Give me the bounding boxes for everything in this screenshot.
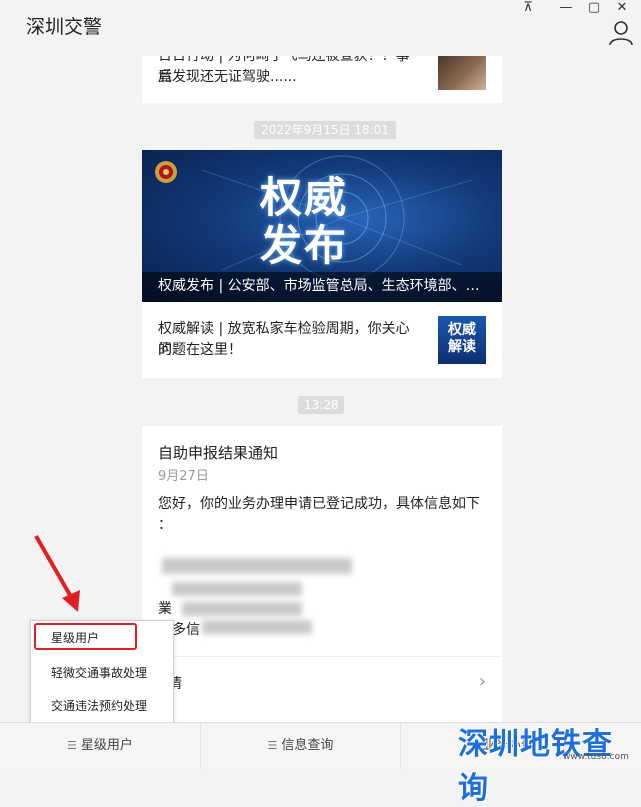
chat-title: 深圳交警 [26, 16, 103, 38]
notice-title: 自助申报结果通知 [158, 444, 279, 462]
menu-icon: ☰ [67, 739, 77, 752]
thumb-text: 解读 [448, 339, 476, 355]
view-details-row[interactable]: 情 › [142, 656, 502, 709]
sub-article-thumbnail: 权威 解读 [438, 316, 486, 364]
notice-card[interactable]: 自助申报结果通知 9月27日 您好，你的业务办理申请已登记成功，具体信息如下 ：… [142, 426, 502, 722]
maximize-button[interactable]: ▢ [581, 0, 607, 18]
user-icon[interactable] [607, 20, 635, 46]
title-bar: 深圳交警 ⊼ — ▢ ✕ [0, 0, 641, 56]
minimize-button[interactable]: — [553, 0, 579, 18]
police-badge-icon [155, 161, 177, 183]
notice-body-line: ： [158, 517, 172, 533]
annotation-arrow-icon [34, 535, 80, 612]
article-card-previous[interactable]: 日日行动 | 为何畸于飞鸟还被查获！？事后 竟发现还无证驾驶...... [142, 56, 502, 103]
banner-article-title[interactable]: 权威发布 | 公安部、市场监管总局、生态环境部、… [142, 272, 502, 302]
tab-star-user[interactable]: ☰ 星级用户 [0, 723, 200, 769]
sub-article-title: 问题在这里！ [158, 342, 242, 358]
sub-article-item[interactable]: 权威解读 | 放宽私家车检验周期，你关心的 问题在这里！ 权威 解读 [142, 302, 502, 378]
tab-label: 信息查询 [281, 738, 334, 753]
menu-item-violation-appointment[interactable]: 交通违法预约处理 [31, 691, 173, 721]
article-thumbnail [438, 56, 486, 90]
close-button[interactable]: ✕ [609, 0, 635, 18]
redacted-text [172, 582, 302, 596]
highlight-box [34, 623, 137, 650]
banner-heading: 发布 [260, 221, 349, 270]
redacted-text [202, 620, 312, 634]
popup-menu: 星级用户 轻微交通事故处理 交通违法预约处理 [30, 620, 174, 724]
watermark-url: www.tus8.com [563, 752, 629, 762]
thumb-text: 权威 [448, 322, 476, 338]
notice-partial-text: 業 [158, 601, 172, 617]
article-group-card[interactable]: 权威 发布 权威发布 | 公安部、市场监管总局、生态环境部、… 权威解读 | 放… [142, 150, 502, 378]
tab-info-query[interactable]: ☰ 信息查询 [201, 723, 400, 769]
chevron-right-icon: › [478, 671, 486, 692]
timestamp: 2022年9月15日 18:01 [254, 121, 396, 139]
redacted-text [162, 558, 352, 574]
timestamp: 13:28 [298, 396, 344, 414]
notice-date: 9月27日 [158, 469, 209, 484]
menu-item-minor-accident[interactable]: 轻微交通事故处理 [31, 658, 173, 688]
notice-body-line: 您好，你的业务办理申请已登记成功，具体信息如下 [158, 496, 480, 512]
menu-icon: ☰ [267, 739, 278, 752]
article-banner[interactable]: 权威 发布 权威发布 | 公安部、市场监管总局、生态环境部、… [142, 150, 502, 302]
redacted-text [182, 602, 302, 616]
watermark-logo: 深圳地铁查询 [458, 727, 613, 806]
notice-body: 您好，你的业务办理申请已登记成功，具体信息如下 ： [158, 494, 488, 536]
tab-label: 星级用户 [80, 738, 133, 753]
article-text-line: 竟发现还无证驾驶...... [158, 69, 297, 85]
pin-icon[interactable]: ⊼ [515, 0, 541, 18]
